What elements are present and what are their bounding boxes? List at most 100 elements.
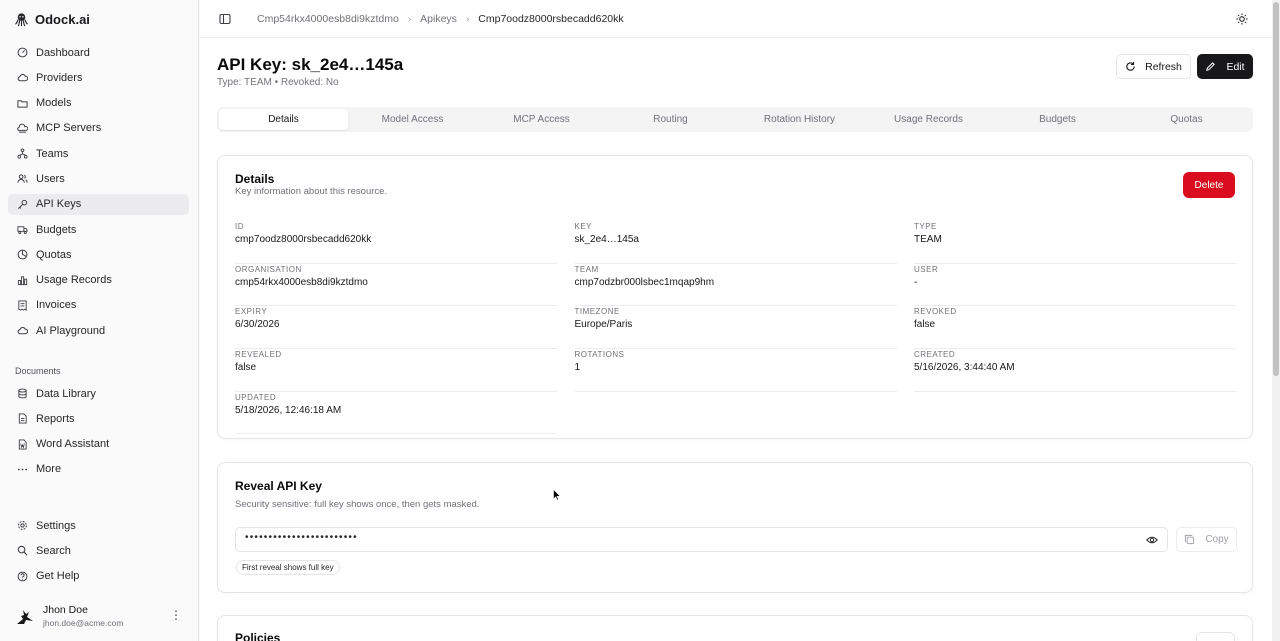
- policies-action-button[interactable]: [1196, 632, 1235, 641]
- tab-details[interactable]: Details: [219, 109, 348, 130]
- chevron-right-icon: ›: [407, 13, 412, 25]
- tab-budgets[interactable]: Budgets: [993, 109, 1122, 130]
- folder-icon: [16, 97, 28, 109]
- sidebar-item-ai-playground[interactable]: AI Playground: [8, 320, 189, 341]
- more-horizontal-icon: [16, 463, 28, 475]
- user-name: Jhon Doe: [43, 604, 88, 616]
- field-value: 5/16/2026, 3:44:40 AM: [914, 362, 1015, 374]
- field-value: sk_2e4…145a: [574, 234, 640, 245]
- sidebar-item-label: Quotas: [36, 248, 72, 261]
- field-label: KEY: [574, 222, 593, 231]
- field-label: TIMEZONE: [574, 307, 620, 317]
- tab-model-access[interactable]: Model Access: [348, 109, 477, 130]
- tab-rotation-history[interactable]: Rotation History: [735, 109, 864, 130]
- sidebar-item-users[interactable]: Users: [8, 168, 189, 189]
- refresh-button[interactable]: Refresh: [1116, 54, 1191, 79]
- details-fields: ID cmp7oodz8000rsbecadd620kk KEY sk_2e4…145…: [235, 221, 1237, 435]
- field-value: Europe/Paris: [574, 319, 633, 331]
- sidebar-item-usage-records[interactable]: Usage Records: [8, 270, 189, 291]
- delete-button[interactable]: Delete: [1183, 172, 1235, 198]
- scrollbar-thumb[interactable]: [1273, 2, 1279, 376]
- sidebar-item-label: Word Assistant: [36, 438, 110, 451]
- field-value: TEAM: [914, 234, 942, 245]
- sidebar-item-models[interactable]: Models: [8, 93, 189, 114]
- receipt-icon: [16, 299, 28, 311]
- details-card: Details Key information about this resou…: [217, 155, 1253, 439]
- sidebar-item-reports[interactable]: Reports: [8, 408, 189, 429]
- truck-icon: [16, 224, 28, 236]
- field-value: 5/18/2026, 12:46:18 AM: [235, 404, 342, 416]
- sidebar-item-label: Usage Records: [36, 274, 112, 287]
- eye-icon[interactable]: [1146, 534, 1158, 546]
- reveal-title: Reveal API Key: [235, 479, 322, 493]
- api-key-masked-field[interactable]: ••••••••••••••••••••••••: [235, 527, 1168, 552]
- sidebar-item-data-library[interactable]: Data Library: [8, 383, 189, 404]
- key-icon: [16, 198, 28, 210]
- mouse-cursor-icon: [553, 489, 561, 501]
- field-id: ID cmp7oodz8000rsbecadd620kk: [235, 221, 557, 264]
- sidebar-item-label: Budgets: [36, 223, 77, 236]
- sidebar-item-more[interactable]: More: [8, 459, 189, 480]
- masked-key-value: ••••••••••••••••••••••••: [245, 532, 358, 543]
- sidebar-item-label: More: [36, 463, 62, 476]
- breadcrumb-apikeys[interactable]: Apikeys: [420, 13, 457, 25]
- documents-section-label: Documents: [15, 366, 61, 376]
- tab-mcp-access[interactable]: MCP Access: [477, 109, 606, 130]
- sidebar-toggle-icon[interactable]: [219, 13, 231, 25]
- sidebar-item-label: Dashboard: [36, 46, 90, 59]
- chevron-right-icon: ›: [465, 13, 470, 25]
- user-menu-icon[interactable]: ⋮: [170, 608, 182, 622]
- pencil-icon: [1206, 62, 1216, 71]
- sidebar-item-providers[interactable]: Providers: [8, 67, 189, 88]
- field-expiry: EXPIRY 6/30/2026: [235, 306, 557, 350]
- sidebar-item-teams[interactable]: Teams: [8, 143, 189, 164]
- page-scrollbar[interactable]: [1272, 0, 1280, 641]
- edit-button[interactable]: Edit: [1197, 54, 1253, 79]
- reveal-card: Reveal API Key Security sensitive: full …: [217, 462, 1253, 593]
- edit-label: Edit: [1226, 60, 1245, 73]
- sidebar-item-get-help[interactable]: Get Help: [8, 566, 189, 587]
- sidebar-item-quotas[interactable]: Quotas: [8, 244, 189, 265]
- copy-button[interactable]: Copy: [1176, 527, 1237, 552]
- tab-usage-records[interactable]: Usage Records: [864, 109, 993, 130]
- user-email: jhon.doe@acme.com: [43, 618, 124, 628]
- breadcrumb-org[interactable]: Cmp54rkx4000esb8di9kztdmo: [257, 13, 399, 25]
- field-value: 6/30/2026: [235, 319, 280, 331]
- sidebar-item-label: Settings: [36, 519, 76, 532]
- sidebar-item-label: Teams: [36, 147, 69, 160]
- sidebar-item-settings[interactable]: Settings: [8, 515, 189, 536]
- sidebar-item-label: API Keys: [36, 198, 82, 211]
- field-organisation: ORGANISATION cmp54rkx4000esb8di9kztdmo: [235, 264, 557, 307]
- user-profile[interactable]: Jhon Doe jhon.doe@acme.com ⋮: [15, 600, 190, 632]
- field-label: UPDATED: [235, 392, 277, 402]
- sidebar-item-mcp-servers[interactable]: MCP Servers: [8, 118, 189, 139]
- copy-icon: [1185, 534, 1195, 545]
- page-subtitle: Type: TEAM • Revoked: No: [217, 77, 339, 88]
- file-icon: [16, 413, 28, 425]
- tab-quotas[interactable]: Quotas: [1122, 109, 1251, 130]
- tab-routing[interactable]: Routing: [606, 109, 735, 130]
- field-label: TYPE: [914, 222, 937, 231]
- help-circle-icon: [16, 570, 28, 582]
- details-title: Details: [235, 172, 275, 186]
- sidebar-item-label: MCP Servers: [36, 122, 102, 135]
- sidebar-item-search[interactable]: Search: [8, 540, 189, 561]
- sidebar-item-word-assistant[interactable]: Word Assistant: [8, 434, 189, 455]
- file-word-icon: [16, 438, 28, 450]
- field-label: REVEALED: [235, 350, 282, 360]
- sun-icon[interactable]: [1236, 13, 1248, 25]
- topbar: Cmp54rkx4000esb8di9kztdmo › Apikeys › Cm…: [200, 0, 1272, 38]
- field-value: 1: [574, 362, 581, 374]
- documents-nav: Data Library Reports Word Assistant More: [8, 383, 189, 484]
- brand[interactable]: Odock.ai: [14, 12, 90, 27]
- field-label: ID: [235, 222, 244, 231]
- main-content: API Key: sk_2e4…145a Type: TEAM • Revoke…: [200, 38, 1272, 641]
- sidebar-item-label: Providers: [36, 71, 83, 84]
- cloud-icon: [16, 325, 28, 337]
- sidebar-item-label: AI Playground: [36, 324, 106, 337]
- sidebar-item-dashboard[interactable]: Dashboard: [8, 42, 189, 63]
- sidebar-item-budgets[interactable]: Budgets: [8, 219, 189, 240]
- sidebar-item-invoices[interactable]: Invoices: [8, 295, 189, 316]
- sidebar-item-api-keys[interactable]: API Keys: [8, 193, 189, 215]
- field-created: CREATED 5/16/2026, 3:44:40 AM: [914, 349, 1236, 392]
